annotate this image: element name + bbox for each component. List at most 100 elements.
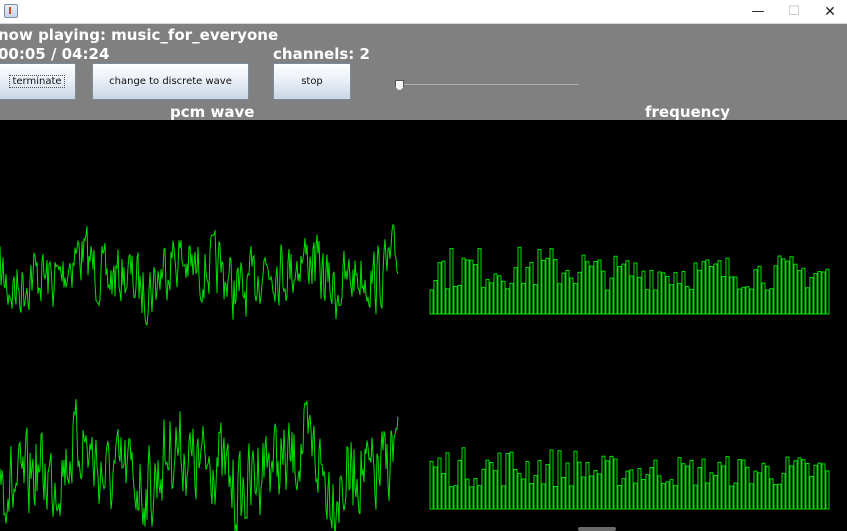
frequency-bar <box>697 467 702 510</box>
minimize-icon[interactable]: — <box>740 0 776 23</box>
frequency-bar <box>713 263 718 315</box>
frequency-bar <box>501 485 506 510</box>
frequency-bar <box>753 470 758 510</box>
frequency-bar <box>505 288 510 315</box>
frequency-bar <box>681 463 686 510</box>
frequency-bar <box>461 447 466 510</box>
frequency-bar <box>569 277 574 315</box>
frequency-bar <box>749 483 754 510</box>
frequency-bar <box>521 478 526 510</box>
frequency-bar <box>601 270 606 315</box>
frequency-bar <box>589 265 594 315</box>
frequency-bar <box>705 482 710 510</box>
frequency-bar <box>533 475 538 510</box>
frequency-bar <box>621 263 626 315</box>
frequency-bars-channel-2 <box>429 447 830 510</box>
frequency-bar <box>649 467 654 510</box>
frequency-bar <box>557 283 562 315</box>
visualizer-canvas <box>0 120 847 531</box>
frequency-bar <box>629 469 634 510</box>
frequency-bar <box>685 465 690 510</box>
terminate-button[interactable]: terminate <box>0 63 76 100</box>
frequency-bar <box>745 286 750 315</box>
frequency-bar <box>817 271 822 315</box>
frequency-bar <box>545 464 550 510</box>
frequency-bar <box>761 282 766 315</box>
frequency-bar <box>769 288 774 315</box>
frequency-bar <box>493 470 498 510</box>
frequency-bar <box>781 258 786 315</box>
java-app-icon <box>4 4 18 18</box>
volume-slider-thumb[interactable] <box>395 80 404 91</box>
pcm-wave-channel-1 <box>0 223 399 326</box>
close-icon[interactable]: ✕ <box>812 0 847 23</box>
frequency-bar <box>661 483 666 510</box>
frequency-bar <box>821 271 826 315</box>
frequency-bar <box>793 460 798 510</box>
frequency-bar <box>797 457 802 510</box>
stop-button[interactable]: stop <box>273 63 351 100</box>
frequency-bar <box>661 272 666 315</box>
frequency-bar <box>445 288 450 315</box>
frequency-bar <box>441 260 446 315</box>
frequency-bar <box>761 462 766 510</box>
frequency-bar <box>705 259 710 315</box>
frequency-bar <box>437 262 442 315</box>
frequency-bar <box>637 276 642 315</box>
scrollbar-thumb[interactable] <box>578 527 616 531</box>
frequency-bar <box>501 280 506 315</box>
frequency-bar <box>809 277 814 315</box>
frequency-bar <box>665 481 670 510</box>
frequency-bar <box>657 271 662 315</box>
frequency-bar <box>445 452 450 510</box>
frequency-bar <box>737 288 742 315</box>
frequency-bar <box>741 286 746 315</box>
frequency-bar <box>597 259 602 315</box>
frequency-bar <box>497 275 502 315</box>
frequency-bar <box>605 460 610 510</box>
frequency-bar <box>473 264 478 315</box>
frequency-bar <box>653 459 658 510</box>
frequency-bar <box>677 283 682 315</box>
frequency-bar <box>693 484 698 510</box>
frequency-bar <box>453 285 458 315</box>
frequency-bar <box>625 260 630 315</box>
frequency-bar <box>677 457 682 510</box>
frequency-bar <box>549 449 554 510</box>
change-wave-button[interactable]: change to discrete wave <box>92 63 249 100</box>
frequency-bar <box>545 257 550 315</box>
frequency-bar <box>793 263 798 315</box>
frequency-bar <box>721 276 726 315</box>
frequency-bar <box>585 462 590 510</box>
frequency-bar <box>573 283 578 315</box>
frequency-bar <box>785 456 790 510</box>
frequency-bar <box>669 479 674 510</box>
frequency-bar <box>789 256 794 315</box>
frequency-bar <box>645 474 650 510</box>
frequency-bar <box>485 459 490 510</box>
terminate-button-label: terminate <box>9 75 65 88</box>
frequency-bar <box>633 482 638 510</box>
frequency-bar <box>673 272 678 315</box>
frequency-bar <box>757 265 762 315</box>
frequency-bar <box>825 470 830 510</box>
frequency-bar <box>609 455 614 510</box>
frequency-bar <box>805 463 810 510</box>
frequency-bar <box>725 257 730 315</box>
frequency-bar <box>713 475 718 510</box>
frequency-bar <box>753 269 758 315</box>
frequency-bar <box>537 460 542 510</box>
frequency-bar <box>513 267 518 315</box>
frequency-bar <box>429 289 434 315</box>
frequency-label: frequency <box>645 103 731 121</box>
frequency-bar <box>805 287 810 315</box>
frequency-bar <box>777 483 782 510</box>
frequency-bar <box>625 470 630 510</box>
window-titlebar: — ☐ ✕ <box>0 0 847 24</box>
volume-slider-track[interactable] <box>399 84 579 85</box>
maximize-icon[interactable]: ☐ <box>776 0 812 23</box>
frequency-bar <box>593 470 598 510</box>
frequency-bar <box>541 483 546 510</box>
frequency-bar <box>569 485 574 510</box>
frequency-bar <box>537 249 542 315</box>
